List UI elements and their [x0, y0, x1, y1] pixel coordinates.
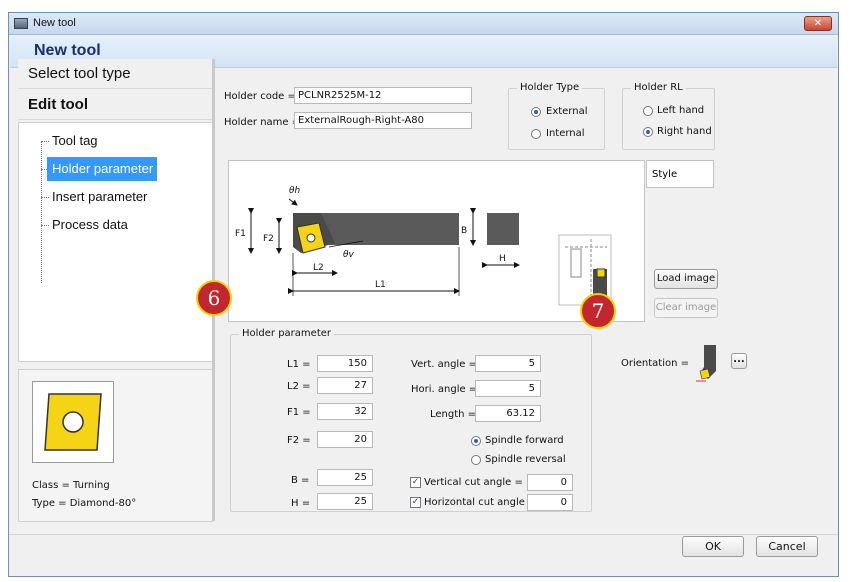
page-heading: New tool — [34, 42, 101, 59]
L2-label: L2 — [313, 263, 324, 273]
close-icon: ✕ — [813, 18, 823, 29]
clear-image-button[interactable]: Clear image — [654, 298, 718, 318]
vertical-cut-label: Vertical cut angle = — [424, 477, 523, 488]
insert-info-panel: Class = Turning Type = Diamond-80° — [18, 369, 213, 522]
tree-item-holder-parameter[interactable]: Holder parameter — [47, 157, 158, 181]
vertical-cut-checkbox[interactable]: ✓ — [410, 477, 421, 488]
insert-type: Type = Diamond-80° — [32, 498, 137, 509]
step-badge-6: 6 — [196, 280, 232, 316]
orientation-preview — [694, 343, 724, 383]
title-bar[interactable]: New tool ✕ — [9, 13, 838, 35]
B-label: B — [461, 226, 467, 236]
nav-edit-tool[interactable]: Edit tool — [18, 90, 213, 120]
L1-label: L1 — [375, 280, 386, 290]
internal-radio[interactable] — [531, 129, 541, 139]
spindle-forward-label: Spindle forward — [485, 435, 564, 446]
H-field-label: H = — [291, 498, 311, 509]
left-pane: Select tool type Edit tool Tool tag Hold… — [18, 59, 213, 522]
H-label: H — [499, 254, 506, 264]
vert-angle-label: Vert. angle = — [411, 359, 477, 370]
L1-field-label: L1 = — [287, 359, 311, 370]
L2-field-label: L2 = — [287, 381, 311, 392]
right-hand-radio[interactable] — [643, 127, 653, 137]
B-input[interactable]: 25 — [317, 469, 373, 486]
F1-label: F1 — [235, 229, 246, 239]
holder-code-label: Holder code = — [224, 91, 296, 102]
internal-label: Internal — [546, 128, 585, 139]
tree-item-tool-tag[interactable]: Tool tag — [47, 129, 102, 153]
L2-input[interactable]: 27 — [317, 377, 373, 394]
F2-label: F2 — [263, 234, 274, 244]
holder-type-title: Holder Type — [517, 82, 583, 93]
F2-input[interactable]: 20 — [317, 431, 373, 448]
F1-field-label: F1 = — [287, 407, 311, 418]
tree-connector — [41, 141, 42, 283]
L1-input[interactable]: 150 — [317, 355, 373, 372]
holder-dimension-drawing: L1 L2 F1 F2 B H θh θv — [235, 186, 612, 306]
insert-thumbnail — [32, 381, 114, 463]
orientation-more-button[interactable]: ... — [731, 353, 747, 369]
nav-select-tool-type[interactable]: Select tool type — [18, 59, 213, 89]
hori-angle-label: Hori. angle = — [411, 384, 478, 395]
edit-tool-tree: Tool tag Holder parameter Insert paramet… — [18, 122, 213, 362]
holder-diagram: L1 L2 F1 F2 B H θh θv — [228, 160, 645, 322]
insert-class: Class = Turning — [32, 480, 110, 491]
holder-rl-title: Holder RL — [631, 82, 686, 93]
holder-rl-group: Holder RL Left hand Right hand — [622, 82, 715, 150]
spindle-forward-radio[interactable] — [471, 436, 481, 446]
theta-v-label: θv — [343, 250, 355, 260]
external-radio[interactable] — [531, 107, 541, 117]
horizontal-cut-label: Horizontal cut angle = — [424, 497, 537, 508]
B-field-label: B = — [291, 475, 310, 486]
step-badge-7: 7 — [580, 293, 616, 329]
ok-button[interactable]: OK — [682, 536, 744, 557]
right-hand-label: Right hand — [657, 126, 712, 137]
F2-field-label: F2 = — [287, 435, 311, 446]
spindle-reversal-radio[interactable] — [471, 455, 481, 465]
spindle-reversal-label: Spindle reversal — [485, 454, 566, 465]
holder-code-input[interactable]: PCLNR2525M-12 — [294, 87, 472, 104]
holder-parameter-title: Holder parameter — [239, 328, 334, 339]
cancel-button[interactable]: Cancel — [756, 536, 818, 557]
holder-parameter-group: Holder parameter L1 = 150 L2 = 27 F1 = 3… — [230, 328, 592, 512]
holder-type-group: Holder Type External Internal — [508, 82, 605, 150]
vertical-cut-input[interactable]: 0 — [527, 474, 573, 491]
left-hand-label: Left hand — [657, 105, 705, 116]
hori-angle-input[interactable]: 5 — [475, 380, 541, 397]
window-title: New tool — [33, 17, 76, 29]
tree-item-insert-parameter[interactable]: Insert parameter — [47, 185, 151, 209]
style-label: Style — [646, 160, 714, 188]
load-image-button[interactable]: Load image — [654, 269, 718, 289]
horizontal-cut-input[interactable]: 0 — [527, 494, 573, 511]
H-input[interactable]: 25 — [317, 493, 373, 510]
orientation-label: Orientation = — [621, 358, 690, 369]
holder-name-input[interactable]: ExternalRough-Right-A80 — [294, 112, 472, 129]
holder-orientation-icon — [696, 345, 716, 382]
length-input[interactable]: 63.12 — [475, 405, 541, 422]
left-hand-radio[interactable] — [643, 106, 653, 116]
external-label: External — [546, 106, 588, 117]
app-icon — [14, 18, 28, 29]
theta-h-label: θh — [289, 186, 301, 196]
horizontal-cut-checkbox[interactable]: ✓ — [410, 497, 421, 508]
holder-name-label: Holder name = — [224, 117, 301, 128]
length-label: Length = — [430, 409, 477, 420]
close-button[interactable]: ✕ — [804, 16, 832, 31]
vert-angle-input[interactable]: 5 — [475, 355, 541, 372]
diamond-insert-icon — [44, 393, 102, 451]
tree-item-process-data[interactable]: Process data — [47, 213, 132, 237]
F1-input[interactable]: 32 — [317, 403, 373, 420]
